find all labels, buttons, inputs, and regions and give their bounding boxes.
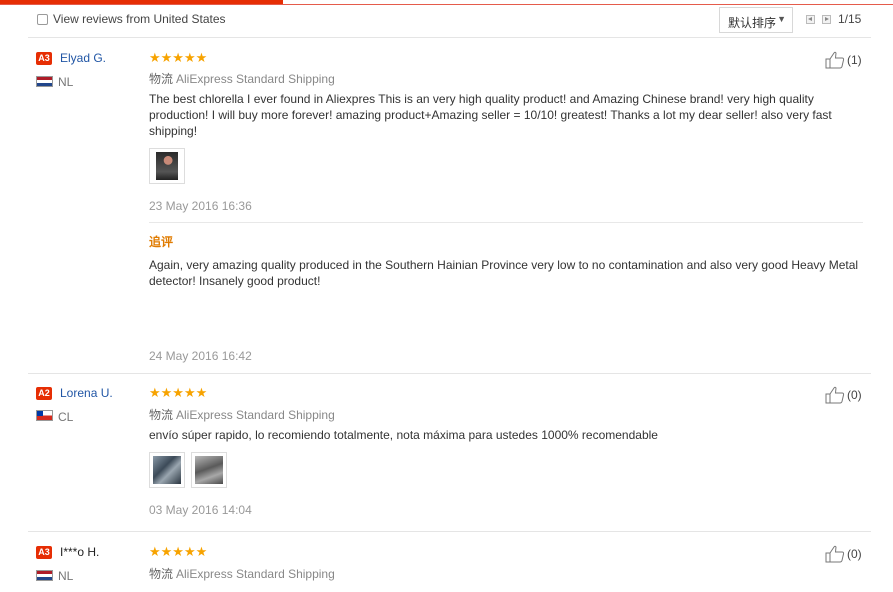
shipping-method: 物流 AliExpress Standard Shipping [149,565,335,582]
photo-image [153,456,181,484]
shipping-label: 物流 [149,72,174,86]
shipping-method: 物流 AliExpress Standard Shipping [149,406,335,423]
thumbs-up-icon [825,545,845,563]
followup-date: 24 May 2016 16:42 [149,349,252,363]
buyer-level-badge: A2 [36,387,52,400]
review-date: 03 May 2016 14:04 [149,503,252,517]
helpful-count: (0) [847,547,862,561]
netherlands-flag-icon [36,76,53,87]
review-date: 23 May 2016 16:36 [149,199,252,213]
reviewer-country: CL [58,410,74,424]
review-photo-thumbnail[interactable] [191,452,227,488]
sort-dropdown-label: 默认排序 [728,16,777,30]
netherlands-flag-icon [36,570,53,581]
photo-image [156,152,178,180]
followup-text: Again, very amazing quality produced in … [149,258,859,288]
star-rating: ★★★★★ [149,544,208,559]
review-photo-thumbnail[interactable] [149,148,185,184]
divider [28,37,871,38]
thumbs-up-icon [825,386,845,404]
helpful-button[interactable]: (0) [825,545,875,563]
reviewer-name[interactable]: Elyad G. [60,51,106,65]
next-page-button[interactable] [822,15,831,24]
review-divider [28,531,871,532]
star-rating: ★★★★★ [149,50,208,65]
reviewer-country: NL [58,75,74,89]
active-tab-indicator [0,0,283,4]
shipping-value: AliExpress Standard Shipping [176,72,335,86]
helpful-button[interactable]: (1) [825,51,875,69]
shipping-value: AliExpress Standard Shipping [176,408,335,422]
review-text: envío súper rapido, lo recomiendo totalm… [149,428,658,442]
sort-dropdown[interactable]: 默认排序 ▼ [719,7,793,33]
helpful-count: (1) [847,53,862,67]
chevron-down-icon: ▼ [777,14,786,24]
page-indicator: 1/15 [838,12,862,26]
review-filter-bar: View reviews from United States 默认排序 ▼ 1… [0,5,893,38]
review-divider [28,373,871,374]
shipping-value: AliExpress Standard Shipping [176,567,335,581]
buyer-level-badge: A3 [36,546,52,559]
previous-page-button[interactable] [806,15,815,24]
buyer-level-badge: A3 [36,52,52,65]
helpful-button[interactable]: (0) [825,386,875,404]
followup-divider [149,222,863,223]
followup-label: 追评 [149,235,174,249]
us-reviews-checkbox[interactable] [37,14,48,25]
review-photo-thumbnail[interactable] [149,452,185,488]
helpful-count: (0) [847,388,862,402]
thumbs-up-icon [825,51,845,69]
review-text: The best chlorella I ever found in Aliex… [149,92,832,138]
chile-flag-icon [36,410,53,421]
reviewer-name[interactable]: I***o H. [60,545,99,559]
reviewer-name[interactable]: Lorena U. [60,386,113,400]
us-reviews-label[interactable]: View reviews from United States [53,12,226,26]
photo-image [195,456,223,484]
shipping-label: 物流 [149,567,174,581]
reviewer-country: NL [58,569,74,583]
shipping-method: 物流 AliExpress Standard Shipping [149,70,335,87]
shipping-label: 物流 [149,408,174,422]
star-rating: ★★★★★ [149,385,208,400]
